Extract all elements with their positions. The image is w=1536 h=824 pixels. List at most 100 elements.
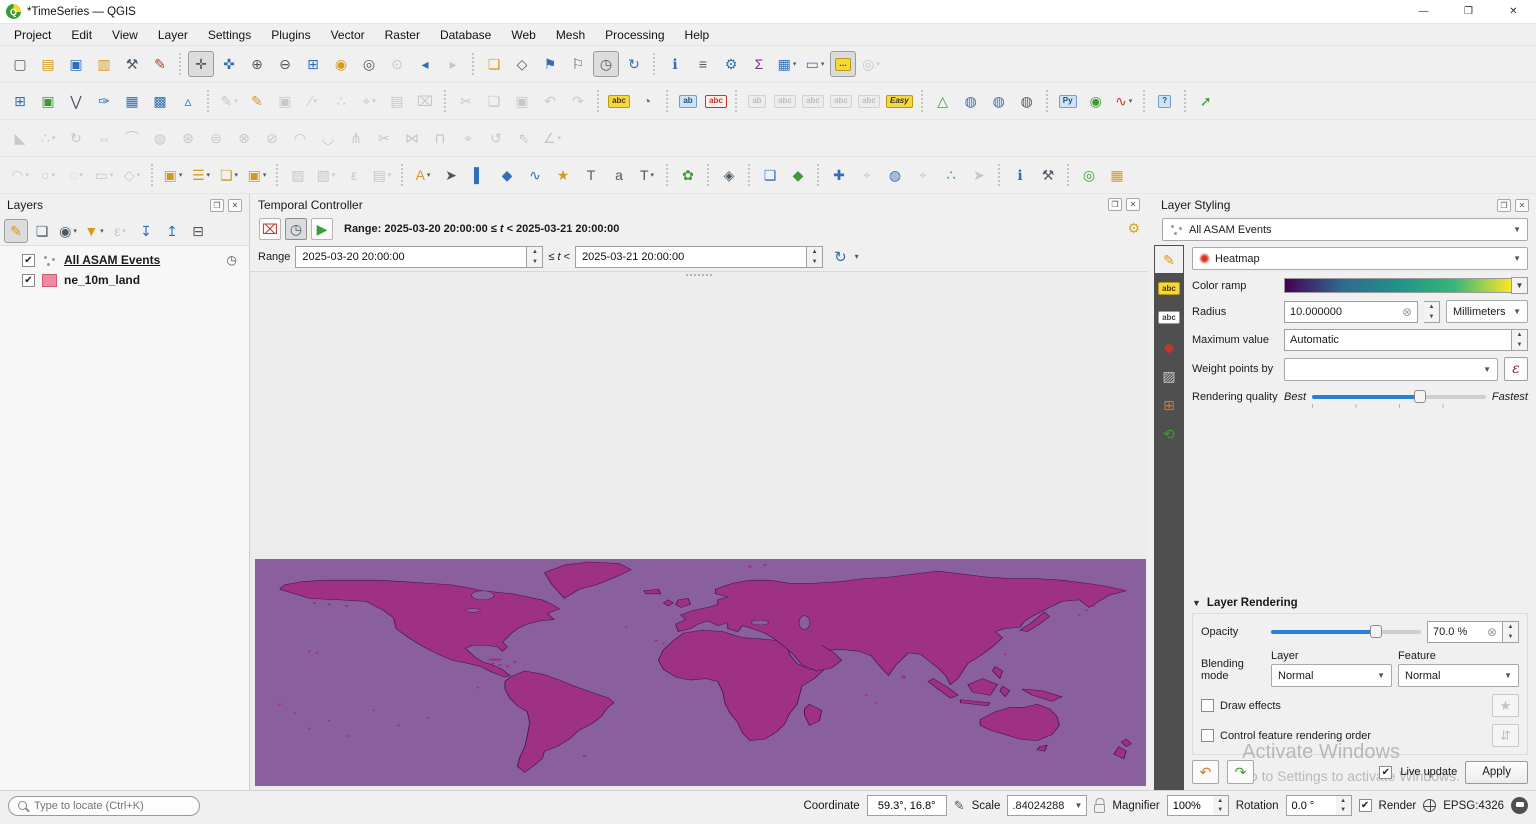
redo-style-button[interactable]: ↷ xyxy=(1227,760,1254,784)
range-end-spinner[interactable]: ▲▼ xyxy=(807,246,823,268)
zoom-in[interactable]: ⊕ xyxy=(244,51,270,77)
rotation-spinner[interactable]: ▲▼ xyxy=(1336,795,1352,816)
draw-effects-checkbox[interactable] xyxy=(1201,699,1214,712)
osm-place-search-globe[interactable]: ◍ xyxy=(1014,88,1040,114)
float-panel-icon[interactable]: ❐ xyxy=(210,199,224,212)
select-features[interactable]: ▣▾ xyxy=(160,162,186,188)
menu-edit[interactable]: Edit xyxy=(61,26,102,44)
add-part[interactable]: ⊛ xyxy=(175,125,201,151)
delete-ring[interactable]: ⊗ xyxy=(231,125,257,151)
move-feature[interactable]: ∴▾ xyxy=(35,125,61,151)
coordinate-extents-toggle-icon[interactable]: ✎ xyxy=(954,798,965,814)
menu-help[interactable]: Help xyxy=(675,26,720,44)
menu-mesh[interactable]: Mesh xyxy=(546,26,595,44)
raster-tools[interactable]: ▧▾ xyxy=(313,162,339,188)
menu-layer[interactable]: Layer xyxy=(148,26,198,44)
close-panel-icon[interactable]: ✕ xyxy=(228,199,242,212)
run-feature-action[interactable]: ◎▾ xyxy=(858,51,884,77)
minimize-button[interactable]: — xyxy=(1401,0,1446,23)
toggle-editing[interactable]: ✎ xyxy=(244,88,270,114)
layer-diagram-options[interactable]: ◔ xyxy=(634,88,660,114)
temporal-refresh-icon[interactable]: ↻ xyxy=(834,248,847,266)
open-layer-styling[interactable]: ✎ xyxy=(4,219,28,243)
vertex-editor[interactable]: ⌖ xyxy=(455,125,481,151)
options[interactable]: ⚙ xyxy=(718,51,744,77)
temporal-settings-gear-icon[interactable]: ⚙ xyxy=(1127,220,1140,237)
digitize-with-segment[interactable]: ∕▾ xyxy=(300,88,326,114)
opacity-value-box[interactable]: 70.0 % ⊗ xyxy=(1427,621,1503,643)
menu-vector[interactable]: Vector xyxy=(321,26,375,44)
history-tab[interactable]: ⟲ xyxy=(1155,420,1183,447)
close-button[interactable]: ✕ xyxy=(1491,0,1536,23)
deselect-features-all-layers[interactable]: ❏▾ xyxy=(216,162,242,188)
modify-annotations[interactable]: ➤ xyxy=(438,162,464,188)
copy-paste-layer-style[interactable]: ❏ xyxy=(757,162,783,188)
new-spatial-bookmark[interactable]: ⚑ xyxy=(537,51,563,77)
new-shapefile-layer[interactable]: ⋁ xyxy=(63,88,89,114)
merge-selected-features[interactable]: ⋈ xyxy=(399,125,425,151)
measure-line[interactable]: ▭▾ xyxy=(802,51,828,77)
layer-rendering-header[interactable]: ▼ Layer Rendering xyxy=(1192,597,1528,609)
range-start-input[interactable] xyxy=(295,246,527,268)
new-text-annotation[interactable]: T xyxy=(578,162,604,188)
new-map-view[interactable]: ❏ xyxy=(481,51,507,77)
color-ramp-dropdown[interactable]: ▼ xyxy=(1511,277,1528,294)
raster-stretch-tool[interactable]: ▨ xyxy=(285,162,311,188)
renderer-selector[interactable]: Heatmap ▼ xyxy=(1192,247,1528,270)
weight-points-selector[interactable]: ▼ xyxy=(1284,358,1498,381)
expression-builder-button[interactable]: ε xyxy=(1504,357,1528,381)
metasearch-globe[interactable]: ◍ xyxy=(986,88,1012,114)
menu-project[interactable]: Project xyxy=(4,26,61,44)
collapse-all[interactable]: ↥ xyxy=(160,219,184,243)
rotate-label[interactable]: abc xyxy=(828,88,854,114)
layer-tree-item[interactable]: All ASAM Events◷ xyxy=(0,250,249,270)
select-by-expression[interactable]: ε xyxy=(341,162,367,188)
menu-raster[interactable]: Raster xyxy=(375,26,430,44)
locator-search[interactable] xyxy=(8,796,200,816)
reshape-features[interactable]: ◡ xyxy=(315,125,341,151)
zoom-last[interactable]: ◂ xyxy=(412,51,438,77)
range-start-spinner[interactable]: ▲▼ xyxy=(527,246,543,268)
manage-map-themes[interactable]: ◉▾ xyxy=(56,219,80,243)
temporal-controller-panel[interactable]: ◷ xyxy=(593,51,619,77)
apply-button[interactable]: Apply xyxy=(1465,761,1528,784)
split-parts[interactable]: ⋔ xyxy=(343,125,369,151)
layer-visibility-checkbox[interactable] xyxy=(22,274,35,287)
close-panel-icon[interactable]: ✕ xyxy=(1126,198,1140,211)
show-hide-labels[interactable]: abc xyxy=(772,88,798,114)
save-layer-edits[interactable]: ▣ xyxy=(272,88,298,114)
new-geopackage-layer[interactable]: ▣ xyxy=(35,88,61,114)
pan-map[interactable]: ✛ xyxy=(188,51,214,77)
menu-web[interactable]: Web xyxy=(501,26,545,44)
locator-input[interactable] xyxy=(34,800,190,812)
new-polygon-annotation[interactable]: ◆ xyxy=(494,162,520,188)
opacity-slider[interactable] xyxy=(1271,625,1421,639)
enable-advanced-digitizing[interactable]: ◣ xyxy=(7,125,33,151)
zoom-to-selection[interactable]: ◉ xyxy=(328,51,354,77)
refresh-dropdown-caret[interactable]: ▾ xyxy=(855,252,859,261)
dataplotly-plugin[interactable]: △ xyxy=(930,88,956,114)
new-mesh-layer[interactable]: ▩ xyxy=(147,88,173,114)
menu-view[interactable]: View xyxy=(102,26,148,44)
open-data-source-manager[interactable]: ⊞ xyxy=(7,88,33,114)
redo[interactable]: ↷ xyxy=(565,88,591,114)
external-tool-wrench[interactable]: ⚒ xyxy=(1035,162,1061,188)
rotation-input[interactable] xyxy=(1286,795,1336,816)
split-features[interactable]: ✂ xyxy=(371,125,397,151)
circular-string-tool[interactable]: ◠▾ xyxy=(7,162,33,188)
magnifier-spinner[interactable]: ▲▼ xyxy=(1213,795,1229,816)
effects-options-button[interactable]: ★ xyxy=(1492,694,1519,717)
circle-tool[interactable]: ○▾ xyxy=(35,162,61,188)
range-end-input[interactable] xyxy=(575,246,807,268)
rectangle-tool[interactable]: ▭▾ xyxy=(91,162,117,188)
magnifier-input[interactable] xyxy=(1167,795,1213,816)
fill-ring[interactable]: ⊜ xyxy=(203,125,229,151)
info-metadata-button[interactable]: ℹ xyxy=(1007,162,1033,188)
show-sum-statistics[interactable]: Σ xyxy=(746,51,772,77)
temporal-profile-plot[interactable]: ∿▾ xyxy=(1111,88,1137,114)
add-ring[interactable]: ◍ xyxy=(147,125,173,151)
undo-style-button[interactable]: ↶ xyxy=(1192,760,1219,784)
statistical-summary[interactable]: ≡ xyxy=(690,51,716,77)
fixed-range-navigation[interactable]: ◷ xyxy=(285,218,307,240)
clear-value-icon[interactable]: ⊗ xyxy=(1402,305,1412,319)
